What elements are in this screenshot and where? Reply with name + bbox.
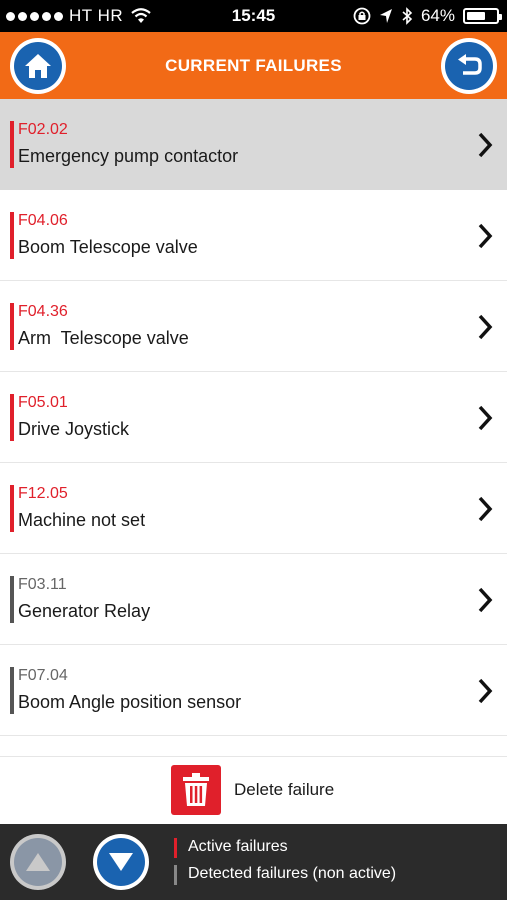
failure-name: Drive Joystick bbox=[18, 419, 130, 439]
footer-bar: Active failures Detected failures (non a… bbox=[0, 824, 507, 900]
delete-failure-button[interactable] bbox=[171, 765, 221, 815]
failure-row[interactable]: F03.11 Generator Relay bbox=[0, 554, 507, 645]
scroll-up-button[interactable] bbox=[10, 834, 66, 890]
failure-name: Emergency pump contactor bbox=[18, 146, 239, 166]
failure-row[interactable]: F07.04 Boom Angle position sensor bbox=[0, 645, 507, 736]
bluetooth-icon bbox=[402, 7, 413, 25]
failure-status-marker bbox=[10, 485, 14, 532]
failure-status-marker bbox=[10, 121, 14, 168]
triangle-down-icon bbox=[109, 853, 133, 871]
triangle-up-icon bbox=[26, 853, 50, 871]
chevron-right-icon[interactable] bbox=[477, 314, 493, 340]
failure-code: F02.02 bbox=[18, 121, 68, 138]
chevron-right-icon[interactable] bbox=[477, 405, 493, 431]
scroll-down-button[interactable] bbox=[93, 834, 149, 890]
battery-percent: 64% bbox=[420, 6, 455, 25]
failure-row[interactable]: F02.02 Emergency pump contactor bbox=[0, 99, 507, 190]
failure-name: Generator Relay bbox=[18, 601, 151, 621]
chevron-right-icon[interactable] bbox=[477, 132, 493, 158]
failure-code: F03.11 bbox=[18, 576, 67, 593]
failure-code: F05.01 bbox=[18, 394, 68, 411]
failure-row[interactable]: F04.06 Boom Telescope valve bbox=[0, 190, 507, 281]
chevron-right-icon[interactable] bbox=[477, 678, 493, 704]
legend-detected-marker bbox=[174, 865, 177, 885]
failure-row[interactable]: F05.01 Drive Joystick bbox=[0, 372, 507, 463]
trash-icon bbox=[183, 773, 209, 806]
failure-name: Arm Telescope valve bbox=[18, 328, 189, 348]
failure-code: F04.36 bbox=[18, 303, 68, 320]
delete-failure-label[interactable]: Delete failure bbox=[234, 780, 334, 800]
legend-active-marker bbox=[174, 838, 177, 858]
failure-row[interactable]: F12.05 Machine not set bbox=[0, 463, 507, 554]
legend-active-label: Active failures bbox=[188, 838, 288, 855]
chevron-right-icon[interactable] bbox=[477, 223, 493, 249]
back-arrow-icon bbox=[458, 54, 482, 75]
failure-status-marker bbox=[10, 212, 14, 259]
failure-status-marker bbox=[10, 303, 14, 350]
failure-status-marker bbox=[10, 394, 14, 441]
failure-list: F02.02 Emergency pump contactor F04.06 Boom… bbox=[0, 99, 507, 736]
status-right: 64% bbox=[353, 6, 502, 26]
failure-code: F04.06 bbox=[18, 212, 68, 229]
failure-status-marker bbox=[10, 576, 14, 623]
back-button[interactable] bbox=[441, 38, 497, 94]
page-title: CURRENT FAILURES bbox=[165, 56, 342, 75]
chevron-right-icon[interactable] bbox=[477, 496, 493, 522]
legend-detected-label: Detected failures (non active) bbox=[188, 865, 397, 882]
delete-row: Delete failure bbox=[0, 756, 507, 824]
location-arrow-icon bbox=[379, 9, 392, 23]
app-header: CURRENT FAILURES bbox=[0, 32, 507, 99]
failure-name: Boom Telescope valve bbox=[18, 237, 198, 257]
failure-row[interactable]: F04.36 Arm Telescope valve bbox=[0, 281, 507, 372]
failure-name: Machine not set bbox=[18, 510, 146, 530]
failure-name: Boom Angle position sensor bbox=[18, 692, 242, 712]
failure-code: F07.04 bbox=[18, 667, 68, 684]
failure-code: F12.05 bbox=[18, 485, 68, 502]
battery-icon bbox=[463, 8, 502, 24]
failure-status-marker bbox=[10, 667, 14, 714]
rotation-lock-icon bbox=[353, 7, 371, 25]
status-bar: HT HR 15:45 64% bbox=[0, 0, 507, 32]
chevron-right-icon[interactable] bbox=[477, 587, 493, 613]
